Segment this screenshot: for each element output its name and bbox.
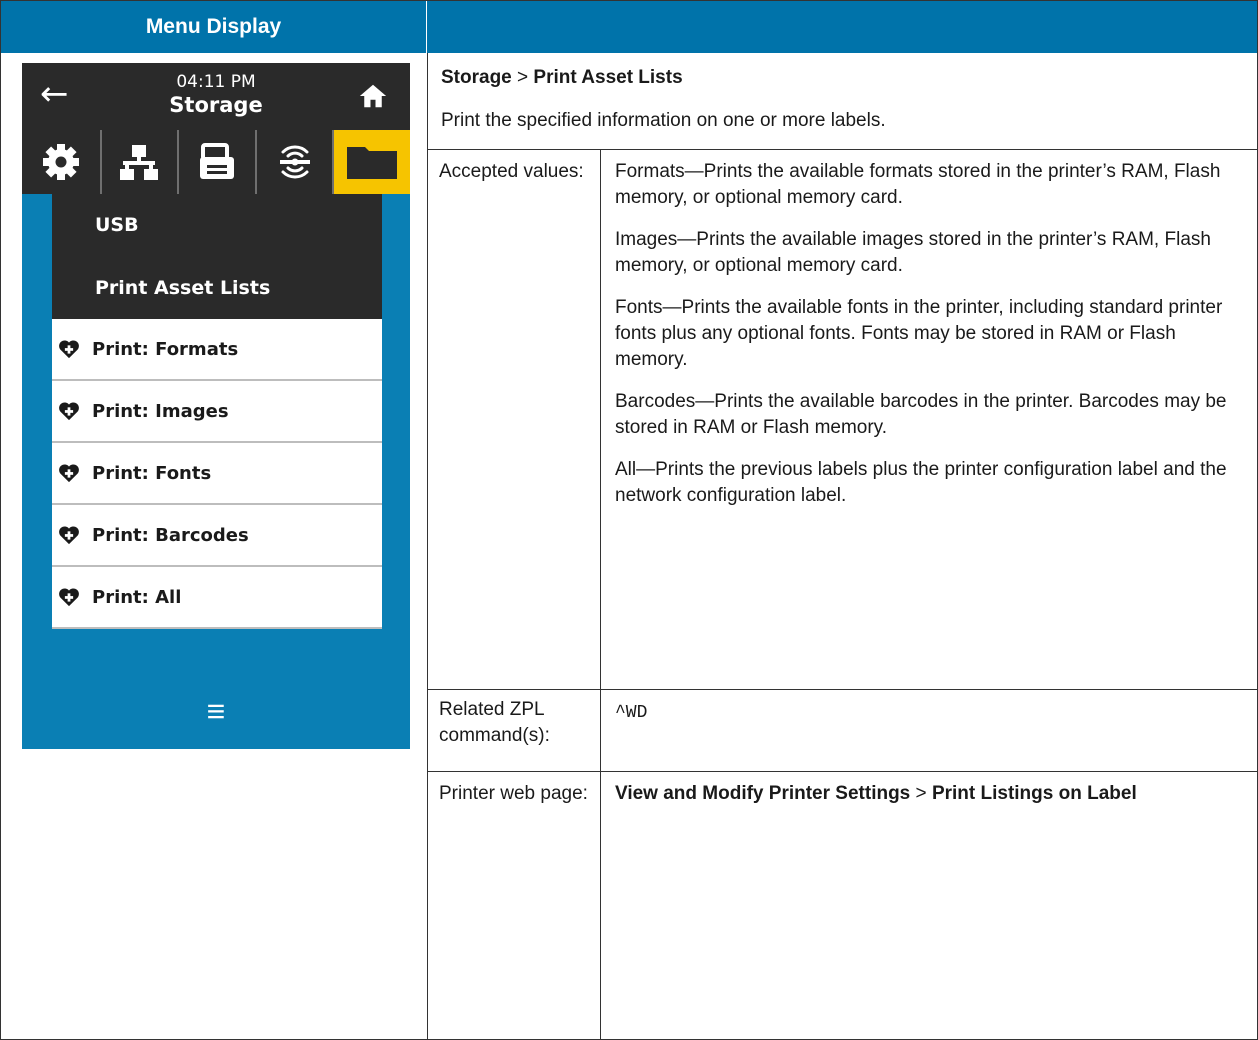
list-item-label: Print: Formats <box>92 338 239 360</box>
printer-display-screen: ← 04:11 PM Storage USB Print Asset Lists… <box>22 63 410 749</box>
description-column: Storage > Print Asset Lists Print the sp… <box>428 53 1257 1040</box>
menu-path-separator: > <box>517 67 529 88</box>
gear-icon <box>42 144 79 180</box>
web-page-listings: Print Listings on Label <box>931 783 1137 804</box>
web-page-settings: View and Modify Printer Settings <box>615 783 911 804</box>
tab-storage[interactable] <box>332 130 410 194</box>
web-page-label: Printer web page: <box>439 783 588 804</box>
printer-icon <box>199 143 234 179</box>
tab-rfid[interactable] <box>254 130 333 194</box>
hamburger-menu-icon[interactable]: ≡ <box>22 695 410 727</box>
zpl-command-value: ^WD <box>615 703 648 723</box>
heart-plus-icon <box>59 340 79 359</box>
heart-plus-icon <box>59 588 79 607</box>
rfid-icon <box>279 145 310 179</box>
list-item[interactable]: Print: All <box>52 567 382 629</box>
accepted-values-label: Accepted values: <box>439 161 584 182</box>
folder-icon <box>347 147 398 179</box>
list-item[interactable]: Print: Images <box>52 381 382 443</box>
menu-path: Storage > Print Asset Lists <box>441 67 683 89</box>
list-item-label: Print: Images <box>92 400 229 422</box>
heart-plus-icon <box>59 526 79 545</box>
row-divider <box>428 689 1257 690</box>
list-item-label: Print: Fonts <box>92 462 212 484</box>
accepted-value-barcodes: Barcodes—Prints the available barcodes i… <box>615 391 1227 438</box>
list-item-label: Print: Barcodes <box>92 524 249 546</box>
tab-print[interactable] <box>177 130 255 194</box>
header-menu-display: Menu Display <box>1 1 427 53</box>
print-options-list: Print: Formats Print: Images Print: Font… <box>52 319 382 629</box>
menu-path-storage: Storage <box>441 67 512 88</box>
menu-summary: Print the specified information on one o… <box>441 110 886 131</box>
list-item[interactable]: Print: Barcodes <box>52 505 382 567</box>
heart-plus-icon <box>59 402 79 421</box>
menu-table: Menu Display Menu Option Description ← 0… <box>0 0 1258 1040</box>
inner-column-divider <box>600 149 601 1040</box>
menu-item-print-asset-lists[interactable]: Print Asset Lists <box>52 256 382 319</box>
accepted-value-all: All—Prints the previous labels plus the … <box>615 459 1227 506</box>
table-header: Menu Display Menu Option Description <box>1 1 1257 558</box>
tab-settings[interactable] <box>22 130 100 194</box>
accepted-value-formats: Formats—Prints the available formats sto… <box>615 161 1221 208</box>
display-time: 04:11 PM <box>176 72 256 92</box>
display-top-bar: ← 04:11 PM Storage <box>22 63 410 130</box>
home-icon[interactable] <box>358 81 388 111</box>
menu-path-print-asset-lists: Print Asset Lists <box>533 67 683 88</box>
web-page-path: View and Modify Printer Settings > Print… <box>615 781 1235 807</box>
list-item[interactable]: Print: Fonts <box>52 443 382 505</box>
display-title: Storage <box>169 93 263 117</box>
list-item[interactable]: Print: Formats <box>52 319 382 381</box>
display-tab-bar <box>22 130 410 194</box>
accepted-value-fonts: Fonts—Prints the available fonts in the … <box>615 297 1223 370</box>
network-icon <box>120 145 159 180</box>
row-divider <box>428 771 1257 772</box>
zpl-command-label: Related ZPL command(s): <box>439 699 550 746</box>
tab-network[interactable] <box>99 130 178 194</box>
accepted-value-images: Images—Prints the available images store… <box>615 229 1211 276</box>
web-page-separator: > <box>915 783 927 804</box>
row-divider <box>428 149 1257 150</box>
heart-plus-icon <box>59 464 79 483</box>
accepted-values: Formats—Prints the available formats sto… <box>615 159 1235 525</box>
menu-item-usb[interactable]: USB <box>52 194 382 256</box>
list-item-label: Print: All <box>92 586 182 608</box>
